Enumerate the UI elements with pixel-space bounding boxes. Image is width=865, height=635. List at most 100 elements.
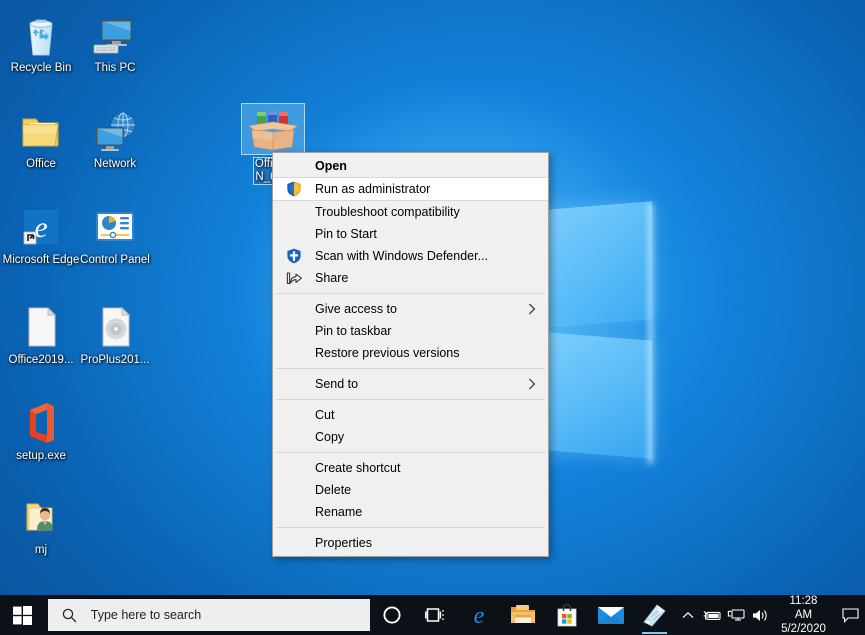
desktop-icon-label: ProPlus201... <box>76 354 154 367</box>
archive-box-icon <box>244 106 302 152</box>
context-menu-item-label: Rename <box>315 505 362 519</box>
archive-box-icon-wrap <box>234 104 312 154</box>
office-logo-icon <box>2 396 80 446</box>
edge-shortcut-icon: e <box>2 200 80 250</box>
context-menu-item-label: Run as administrator <box>315 182 430 196</box>
chevron-right-icon <box>528 303 536 315</box>
context-menu-item-label: Pin to Start <box>315 227 377 241</box>
folder-icon <box>2 104 80 154</box>
selection-highlight <box>242 104 304 154</box>
network-icon[interactable] <box>724 595 748 635</box>
defender-shield-icon <box>286 248 302 264</box>
context-menu-item-label: Send to <box>315 377 358 391</box>
desktop-icon-control-panel[interactable]: Control Panel <box>76 200 154 267</box>
desktop-icon-this-pc[interactable]: This PC <box>76 8 154 75</box>
control-panel-icon <box>76 200 154 250</box>
context-menu-item-label: Pin to taskbar <box>315 324 391 338</box>
context-menu-item-send-to[interactable]: Send to <box>273 373 548 395</box>
context-menu-item-cut[interactable]: Cut <box>273 404 548 426</box>
desktop-icon-recycle-bin[interactable]: Recycle Bin <box>2 8 80 75</box>
context-menu-item-troubleshoot-compatibility[interactable]: Troubleshoot compatibility <box>273 201 548 223</box>
search-input[interactable]: Type here to search <box>48 599 370 631</box>
desktop[interactable]: Recycle Bin This PC <box>0 0 865 635</box>
taskbar-task-view-button[interactable] <box>414 595 458 635</box>
windows-start-icon <box>13 606 32 625</box>
taskbar-microsoft-edge-button[interactable]: e <box>458 595 502 635</box>
context-menu-item-scan-with-windows-defender[interactable]: Scan with Windows Defender... <box>273 245 548 267</box>
action-center-icon <box>842 608 859 623</box>
context-menu-item-label: Delete <box>315 483 351 497</box>
desktop-icon-label: Recycle Bin <box>2 62 80 75</box>
context-menu-item-label: Give access to <box>315 302 397 316</box>
context-menu-separator <box>276 399 545 400</box>
context-menu-item-rename[interactable]: Rename <box>273 501 548 523</box>
microsoft-edge-icon: e <box>466 602 492 628</box>
mail-icon <box>597 604 625 626</box>
desktop-icon-label: mj <box>2 544 80 557</box>
task-view-icon <box>425 605 447 625</box>
sticky-notes-icon <box>641 602 667 628</box>
clock-date: 5/2/2020 <box>780 622 827 635</box>
uac-shield-icon <box>286 181 302 197</box>
context-menu-item-label: Cut <box>315 408 334 422</box>
blank-document-icon <box>2 300 80 350</box>
taskbar-microsoft-store-button[interactable] <box>545 595 589 635</box>
taskbar-sticky-notes-button[interactable] <box>633 595 677 635</box>
context-menu-item-properties[interactable]: Properties <box>273 532 548 554</box>
context-menu-item-copy[interactable]: Copy <box>273 426 548 448</box>
volume-icon[interactable] <box>748 595 772 635</box>
taskbar-mail-button[interactable] <box>589 595 633 635</box>
desktop-icon-mj-user-folder[interactable]: mj <box>2 490 80 557</box>
context-menu-item-delete[interactable]: Delete <box>273 479 548 501</box>
desktop-icon-network[interactable]: Network <box>76 104 154 171</box>
microsoft-store-icon <box>555 602 579 628</box>
desktop-icon-label: Office <box>2 158 80 171</box>
taskbar[interactable]: Type here to search e <box>0 595 865 635</box>
context-menu-item-label: Properties <box>315 536 372 550</box>
start-button[interactable] <box>0 595 46 635</box>
search-placeholder-text: Type here to search <box>91 608 201 622</box>
clock-time: 11:28 AM <box>780 594 827 622</box>
context-menu-item-create-shortcut[interactable]: Create shortcut <box>273 457 548 479</box>
svg-text:e: e <box>474 603 485 628</box>
cortana-icon <box>382 605 402 625</box>
action-center-button[interactable] <box>835 595 865 635</box>
context-menu-item-label: Open <box>315 159 347 173</box>
context-menu-item-label: Share <box>315 271 348 285</box>
taskbar-clock[interactable]: 11:28 AM 5/2/2020 <box>772 594 835 635</box>
taskbar-file-explorer-button[interactable] <box>501 595 545 635</box>
desktop-icon-label: Control Panel <box>76 254 154 267</box>
desktop-icon-setup-exe[interactable]: setup.exe <box>2 396 80 463</box>
logo-glow-edge <box>648 204 656 464</box>
desktop-icon-office2019-file[interactable]: Office2019... <box>2 300 80 367</box>
desktop-icon-label: Office2019... <box>2 354 80 367</box>
context-menu-item-pin-to-start[interactable]: Pin to Start <box>273 223 548 245</box>
desktop-icon-label: Network <box>76 158 154 171</box>
taskbar-cortana-button[interactable] <box>370 595 414 635</box>
context-menu[interactable]: Open Run as administrator Troubleshoot com… <box>272 152 549 557</box>
this-pc-icon <box>76 8 154 58</box>
context-menu-item-label: Create shortcut <box>315 461 400 475</box>
desktop-icon-microsoft-edge[interactable]: e Microsoft Edge <box>2 200 80 267</box>
battery-icon[interactable] <box>700 595 724 635</box>
desktop-icon-office-folder[interactable]: Office <box>2 104 80 171</box>
context-menu-item-share[interactable]: Share <box>273 267 548 289</box>
show-hidden-icons-chevron-icon[interactable] <box>676 595 700 635</box>
share-arrow-icon <box>286 270 302 286</box>
context-menu-item-pin-to-taskbar[interactable]: Pin to taskbar <box>273 320 548 342</box>
system-tray[interactable]: 11:28 AM 5/2/2020 <box>676 595 865 635</box>
desktop-icon-label: This PC <box>76 62 154 75</box>
context-menu-separator <box>276 452 545 453</box>
file-explorer-icon <box>510 603 536 627</box>
chevron-right-icon <box>528 378 536 390</box>
context-menu-item-run-as-administrator[interactable]: Run as administrator <box>273 177 548 201</box>
desktop-icon-label: setup.exe <box>2 450 80 463</box>
context-menu-item-give-access-to[interactable]: Give access to <box>273 298 548 320</box>
context-menu-separator <box>276 527 545 528</box>
context-menu-item-open[interactable]: Open <box>273 155 548 177</box>
context-menu-separator <box>276 368 545 369</box>
disc-image-icon <box>76 300 154 350</box>
desktop-icon-proplus2019-file[interactable]: ProPlus201... <box>76 300 154 367</box>
context-menu-item-label: Copy <box>315 430 344 444</box>
context-menu-item-restore-previous-versions[interactable]: Restore previous versions <box>273 342 548 364</box>
